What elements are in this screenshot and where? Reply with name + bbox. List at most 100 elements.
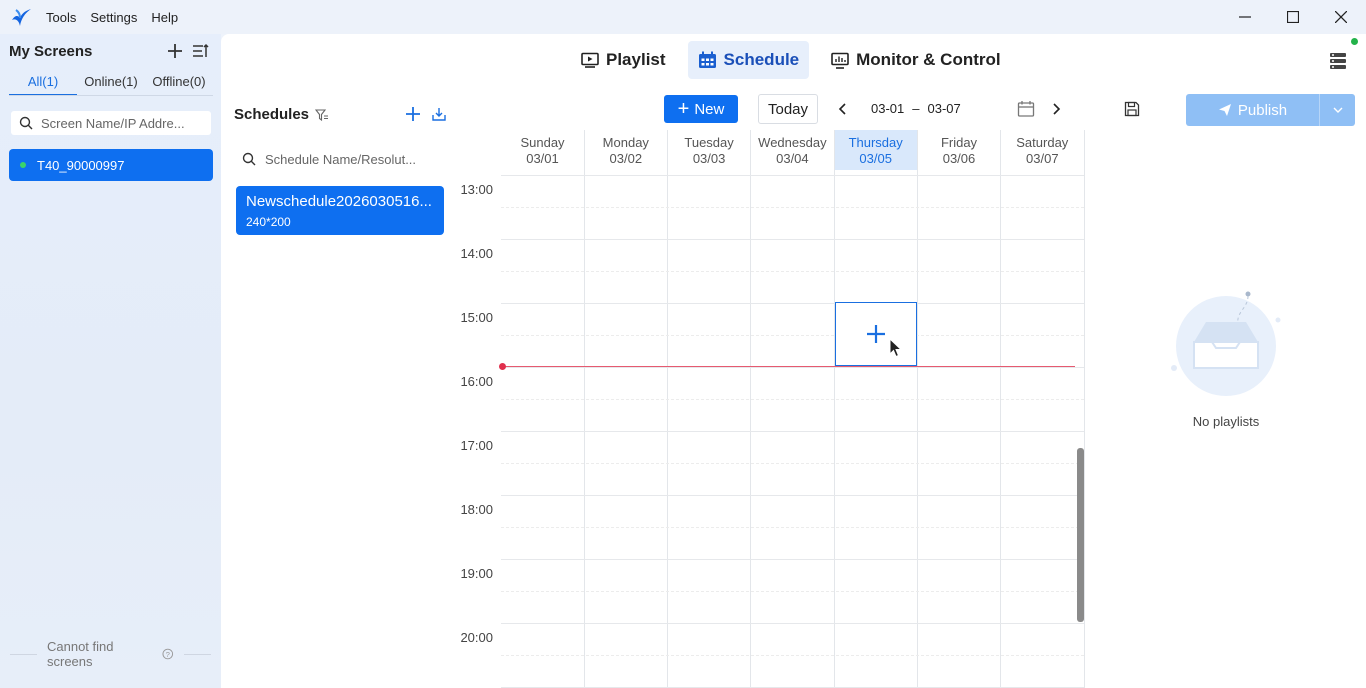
range-start: 03-01 xyxy=(871,101,905,116)
schedule-search-box xyxy=(236,147,444,171)
day-header-saturday: Saturday 03/07 xyxy=(1001,130,1084,170)
week-calendar: Sunday 03/01 Monday 03/02 Tuesday 03/03 Wednes… xyxy=(461,130,1086,688)
filter-icon[interactable] xyxy=(315,108,329,122)
import-schedule-icon[interactable] xyxy=(431,106,447,122)
day-header-tuesday: Tuesday 03/03 xyxy=(668,130,751,170)
footer-divider-right xyxy=(184,653,211,655)
time-label: 20:00 xyxy=(461,630,493,645)
tab-online[interactable]: Online(1) xyxy=(77,74,145,96)
connection-status-dot xyxy=(1351,38,1358,45)
header-divider xyxy=(833,130,835,175)
tabs-divider xyxy=(9,95,213,96)
schedules-title: Schedules xyxy=(234,106,329,123)
current-time-dot xyxy=(499,363,506,370)
header-divider xyxy=(667,130,669,175)
day-header-friday: Friday 03/06 xyxy=(918,130,1001,170)
tab-playlist-label: Playlist xyxy=(606,50,666,69)
day-name: Saturday xyxy=(1016,135,1069,150)
send-icon xyxy=(1218,104,1231,116)
new-button-label: New xyxy=(694,100,725,118)
time-label: 14:00 xyxy=(461,246,493,261)
screens-panel: My Screens All(1) Online(1) Offline(0) T… xyxy=(0,34,221,688)
day-name: Wednesday xyxy=(758,135,827,150)
header-divider xyxy=(1083,130,1085,175)
screen-name: T40_90000997 xyxy=(37,157,125,173)
add-event-icon xyxy=(867,325,885,343)
svg-text:?: ? xyxy=(166,650,170,659)
add-screen-icon[interactable] xyxy=(165,41,185,61)
calendar-picker-icon[interactable] xyxy=(1017,100,1035,118)
chevron-right-icon[interactable] xyxy=(1049,101,1063,117)
hour-line xyxy=(501,495,1084,496)
current-time-line xyxy=(502,366,1075,367)
range-end: 03-07 xyxy=(927,101,961,116)
half-hour-line xyxy=(501,271,1084,272)
maximize-button[interactable] xyxy=(1269,0,1317,34)
tab-schedule[interactable]: Schedule xyxy=(687,41,810,79)
range-separator: – xyxy=(912,101,920,116)
day-date: 03/04 xyxy=(776,151,809,166)
close-button[interactable] xyxy=(1317,0,1365,34)
menu-help[interactable]: Help xyxy=(151,10,178,25)
new-schedule-button[interactable]: + New xyxy=(664,95,738,123)
tab-playlist[interactable]: Playlist xyxy=(571,41,676,79)
tab-schedule-label: Schedule xyxy=(723,50,800,69)
add-schedule-icon[interactable] xyxy=(404,105,422,123)
no-playlists-text: No playlists xyxy=(1192,414,1260,429)
screen-search-input[interactable] xyxy=(41,115,201,131)
menu-bar: Tools Settings Help xyxy=(46,10,178,25)
publish-button[interactable]: Publish xyxy=(1186,94,1319,126)
day-name: Monday xyxy=(602,135,649,150)
screen-list-item[interactable]: T40_90000997 xyxy=(9,149,213,181)
title-bar: Tools Settings Help xyxy=(0,0,1366,34)
tab-offline[interactable]: Offline(0) xyxy=(145,74,213,96)
save-icon[interactable] xyxy=(1124,101,1140,117)
half-hour-line xyxy=(501,399,1084,400)
chevron-left-icon[interactable] xyxy=(836,101,850,117)
day-date: 03/07 xyxy=(1026,151,1059,166)
selected-time-slot[interactable] xyxy=(835,302,917,366)
tab-monitor-label: Monitor & Control xyxy=(856,50,1001,69)
day-name: Thursday xyxy=(848,135,903,150)
menu-settings[interactable]: Settings xyxy=(90,10,137,25)
day-date: 03/03 xyxy=(692,151,726,166)
maximize-icon xyxy=(1287,11,1299,23)
publish-dropdown-button[interactable] xyxy=(1319,94,1355,126)
main-area: Playlist Schedule Monitor & Control Sche… xyxy=(221,34,1366,688)
server-status-icon[interactable] xyxy=(1329,52,1347,70)
day-header-wednesday: Wednesday 03/04 xyxy=(751,130,834,170)
schedule-search-input[interactable] xyxy=(265,151,435,167)
tab-all[interactable]: All(1) xyxy=(9,74,77,96)
minimize-button[interactable] xyxy=(1221,0,1269,34)
time-label: 17:00 xyxy=(461,438,493,453)
half-hour-line xyxy=(501,335,1084,336)
day-date: 03/05 xyxy=(859,151,892,166)
half-hour-line xyxy=(501,527,1084,528)
half-hour-line xyxy=(501,655,1084,656)
calendar-scrollbar[interactable] xyxy=(1077,448,1084,622)
monitor-icon xyxy=(831,52,849,69)
tab-monitor-control[interactable]: Monitor & Control xyxy=(821,41,1010,79)
date-range[interactable]: 03-01 – 03-07 xyxy=(871,101,961,116)
time-label: 15:00 xyxy=(461,310,493,325)
time-label: 13:00 xyxy=(461,182,493,197)
header-divider xyxy=(1000,130,1002,175)
day-header-thursday: Thursday 03/05 xyxy=(834,130,918,170)
sort-list-icon[interactable] xyxy=(190,41,210,61)
header-divider xyxy=(917,130,918,175)
schedule-list-item[interactable]: Newschedule2026030516... 240*200 xyxy=(236,186,444,235)
schedule-resolution: 240*200 xyxy=(246,215,291,229)
day-name: Friday xyxy=(940,135,978,150)
day-header-sunday: Sunday 03/01 xyxy=(501,130,584,170)
header-divider xyxy=(583,130,585,175)
footer-text: Cannot find screens xyxy=(46,639,114,669)
app-logo-icon xyxy=(12,9,31,26)
calendar-grid[interactable] xyxy=(501,175,1085,688)
cannot-find-screens-link[interactable]: Cannot find screens ? xyxy=(0,639,221,669)
schedules-title-text: Schedules xyxy=(234,106,310,123)
menu-tools[interactable]: Tools xyxy=(46,10,76,25)
publish-label: Publish xyxy=(1237,101,1288,119)
hour-line xyxy=(501,239,1084,240)
hour-line xyxy=(501,623,1084,624)
today-button[interactable]: Today xyxy=(758,94,818,124)
